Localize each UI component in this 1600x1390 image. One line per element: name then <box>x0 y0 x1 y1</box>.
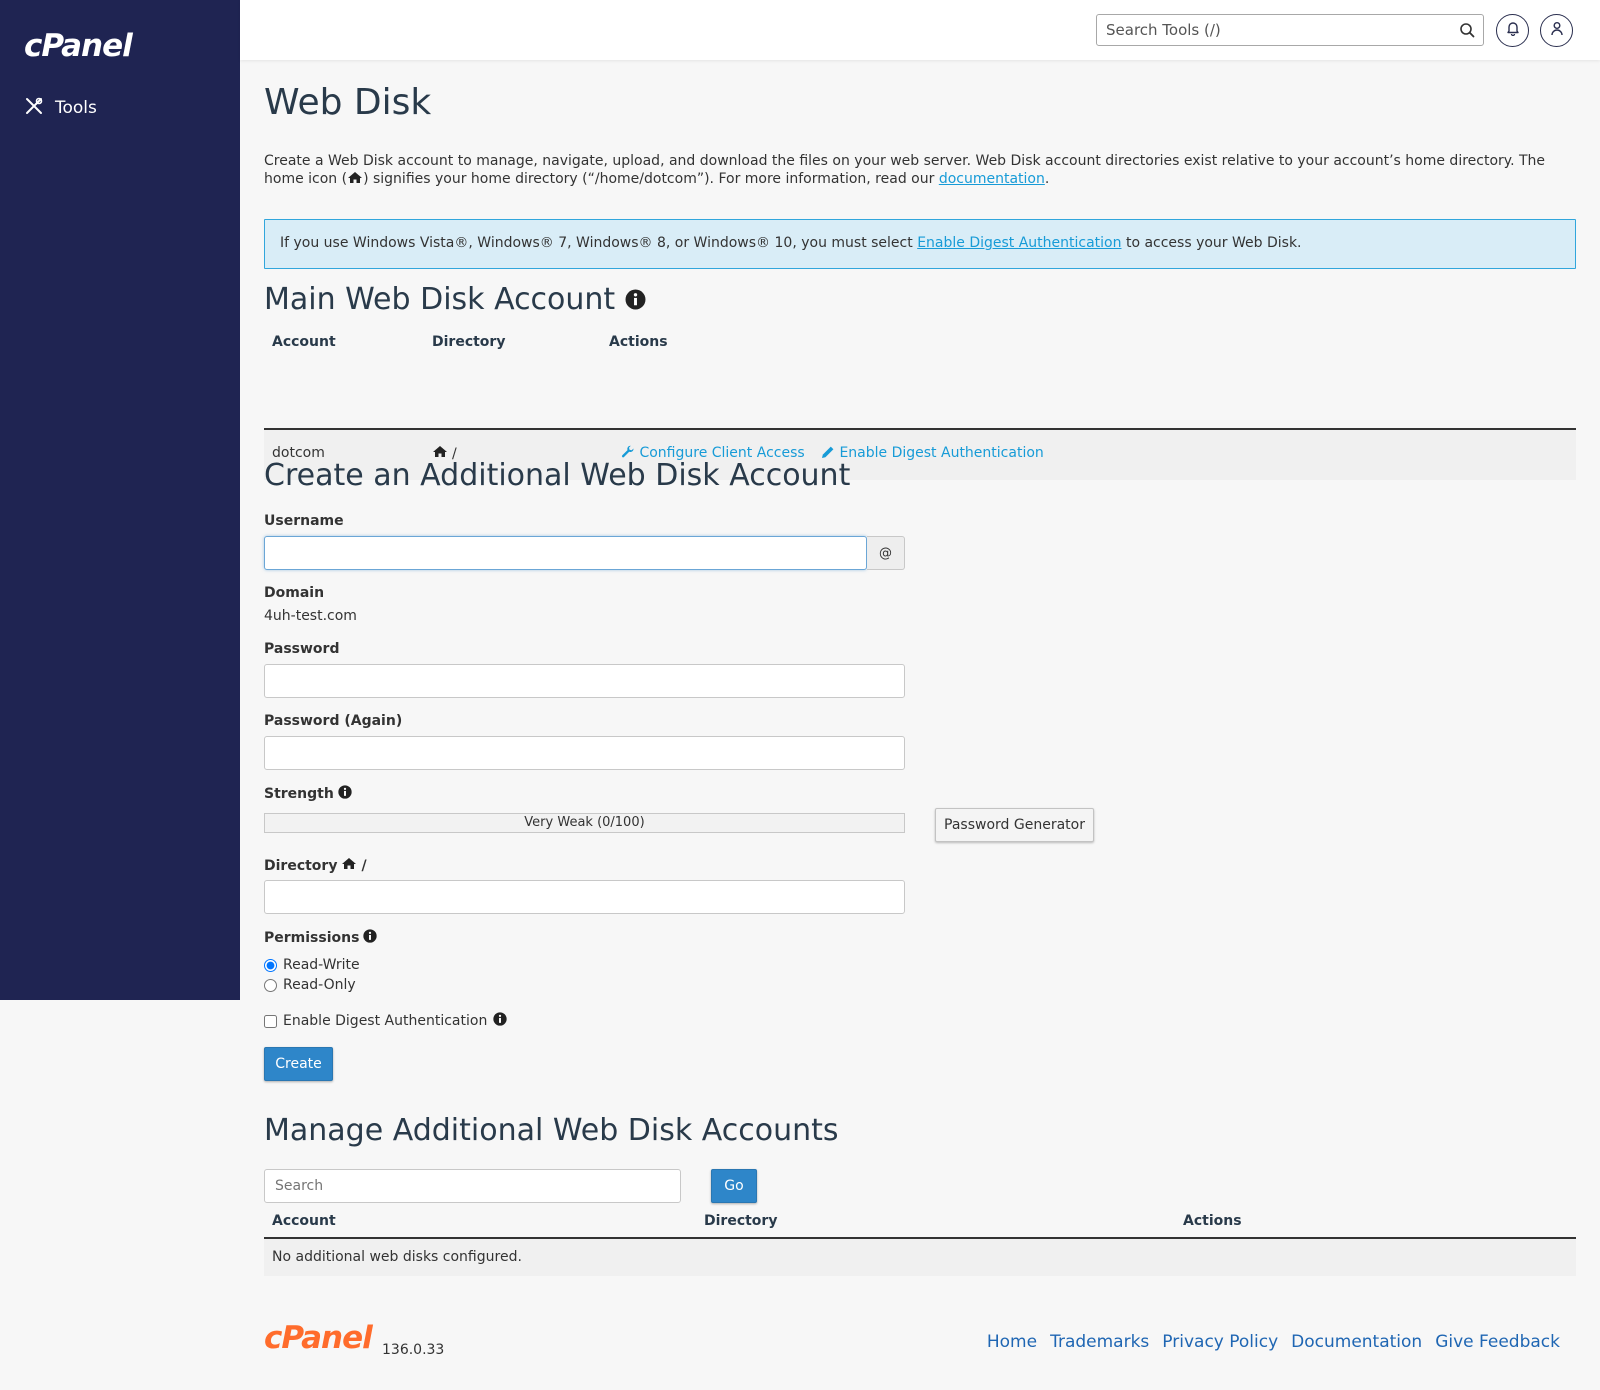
read-write-label: Read-Write <box>283 957 360 973</box>
enable-digest-link[interactable]: Enable Digest Authentication <box>839 445 1043 461</box>
directory-suffix: / <box>361 857 367 874</box>
intro-text-part: . <box>1044 171 1050 187</box>
alert-digest-link[interactable]: Enable Digest Authentication <box>917 235 1121 251</box>
documentation-link[interactable]: documentation <box>939 171 1045 187</box>
username-input[interactable] <box>265 537 866 569</box>
table-row: No additional web disks configured. <box>264 1239 1576 1276</box>
col-header-actions: Actions <box>1183 1213 1242 1229</box>
directory-input[interactable] <box>265 881 904 913</box>
tools-icon <box>24 96 44 121</box>
password-generator-button[interactable]: Password Generator <box>935 808 1094 842</box>
directory-label-text: Directory <box>264 857 338 874</box>
info-icon[interactable] <box>625 283 646 318</box>
col-header-directory: Directory <box>704 1213 778 1229</box>
enable-digest-checkbox[interactable] <box>264 1014 277 1028</box>
windows-info-alert: If you use Windows Vista®, Windows® 7, W… <box>264 219 1576 269</box>
enable-digest-action[interactable]: Enable Digest Authentication <box>821 445 1044 461</box>
intro-text: Create a Web Disk account to manage, nav… <box>264 152 1554 188</box>
at-symbol-addon: @ <box>867 536 905 570</box>
user-icon <box>1550 21 1564 40</box>
enable-digest-option[interactable]: Enable Digest Authentication <box>264 1012 507 1030</box>
go-button[interactable]: Go <box>711 1169 757 1203</box>
main-account-heading: Main Web Disk Account <box>264 282 646 318</box>
read-only-label: Read-Only <box>283 977 356 993</box>
col-header-account: Account <box>272 334 336 350</box>
footer-links: Home Trademarks Privacy Policy Documenta… <box>987 1332 1560 1352</box>
col-header-actions: Actions <box>609 334 668 350</box>
search-tools-box <box>1096 14 1484 46</box>
password-again-field-box <box>264 736 905 770</box>
info-icon[interactable] <box>338 785 352 803</box>
enable-digest-label: Enable Digest Authentication <box>283 1013 488 1029</box>
password-strength-meter: Very Weak (0/100) <box>264 813 905 833</box>
permissions-label: Permissions <box>264 929 378 947</box>
footer-link-home[interactable]: Home <box>987 1332 1037 1352</box>
sidebar-item-tools[interactable]: Tools <box>24 94 224 122</box>
info-icon[interactable] <box>493 1012 507 1030</box>
home-icon <box>341 857 357 874</box>
alert-text: If you use Windows Vista®, Windows® 7, W… <box>280 235 918 251</box>
empty-state-text: No additional web disks configured. <box>272 1249 522 1265</box>
password-input[interactable] <box>265 665 904 697</box>
username-label: Username <box>264 513 344 529</box>
directory-field-box <box>264 880 905 914</box>
notifications-button[interactable] <box>1496 14 1529 47</box>
version-text: 136.0.33 <box>382 1342 445 1358</box>
password-again-label: Password (Again) <box>264 713 403 729</box>
user-menu-button[interactable] <box>1540 14 1573 47</box>
domain-label: Domain <box>264 585 325 601</box>
footer-cpanel-logo[interactable]: cPanel <box>264 1320 373 1356</box>
footer-link-documentation[interactable]: Documentation <box>1291 1332 1422 1352</box>
intro-text-part: ) signifies your home directory (“/home/… <box>363 171 939 187</box>
sidebar: cPanel Tools <box>0 0 240 1000</box>
directory-label: Directory / <box>264 857 367 874</box>
sidebar-item-label: Tools <box>55 98 97 118</box>
domain-value: 4uh-test.com <box>264 608 357 624</box>
password-label: Password <box>264 641 340 657</box>
password-field-box <box>264 664 905 698</box>
password-again-input[interactable] <box>265 737 904 769</box>
permissions-label-text: Permissions <box>264 930 360 946</box>
permission-read-only-option[interactable]: Read-Only <box>264 977 356 993</box>
strength-label: Strength <box>264 785 352 803</box>
strength-label-text: Strength <box>264 786 334 802</box>
top-header <box>240 0 1600 60</box>
manage-accounts-heading: Manage Additional Web Disk Accounts <box>264 1113 839 1148</box>
info-icon[interactable] <box>363 929 378 947</box>
username-field-box <box>264 536 867 570</box>
search-tools-input[interactable] <box>1097 15 1437 45</box>
bell-icon <box>1506 21 1520 40</box>
footer-link-give-feedback[interactable]: Give Feedback <box>1435 1332 1560 1352</box>
manage-search-box <box>264 1169 681 1203</box>
cpanel-logo[interactable]: cPanel <box>24 28 133 64</box>
home-icon <box>347 171 363 187</box>
create-account-heading: Create an Additional Web Disk Account <box>264 458 851 493</box>
page-title: Web Disk <box>264 82 432 123</box>
read-only-radio[interactable] <box>264 978 277 992</box>
col-header-account: Account <box>272 1213 336 1229</box>
read-write-radio[interactable] <box>264 958 277 972</box>
search-icon[interactable] <box>1459 22 1475 42</box>
alert-text: to access your Web Disk. <box>1121 235 1302 251</box>
manage-search-input[interactable] <box>265 1170 680 1202</box>
permission-read-write-option[interactable]: Read-Write <box>264 957 360 973</box>
create-button[interactable]: Create <box>264 1047 333 1081</box>
main-account-heading-text: Main Web Disk Account <box>264 282 616 317</box>
footer-link-trademarks[interactable]: Trademarks <box>1050 1332 1149 1352</box>
col-header-directory: Directory <box>432 334 506 350</box>
footer-link-privacy-policy[interactable]: Privacy Policy <box>1162 1332 1278 1352</box>
